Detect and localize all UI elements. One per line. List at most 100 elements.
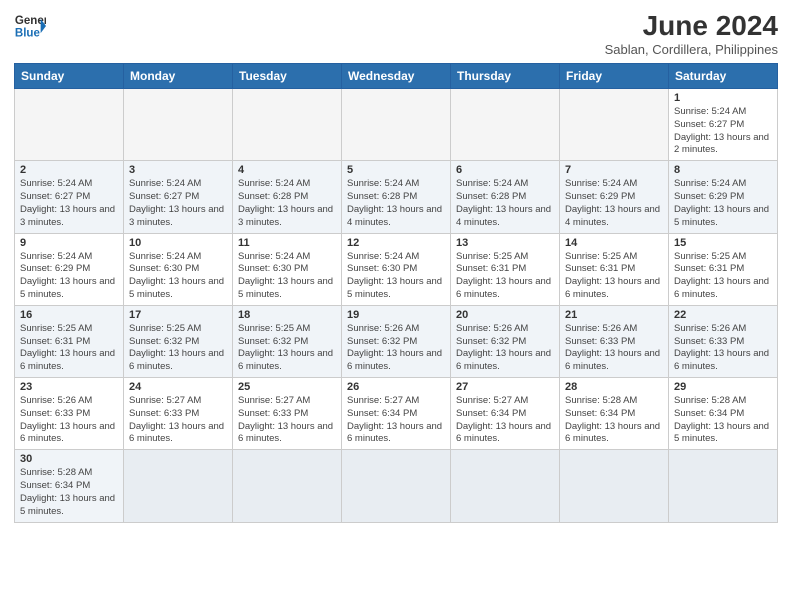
logo-icon: General Blue xyxy=(14,10,46,42)
calendar-cell-0-3 xyxy=(342,89,451,161)
day-number: 19 xyxy=(347,309,445,321)
title-block: June 2024 Sablan, Cordillera, Philippine… xyxy=(605,10,778,57)
day-number: 15 xyxy=(674,237,772,249)
day-number: 20 xyxy=(456,309,554,321)
day-info: Sunrise: 5:24 AM Sunset: 6:29 PM Dayligh… xyxy=(674,178,772,229)
day-number: 13 xyxy=(456,237,554,249)
day-info: Sunrise: 5:26 AM Sunset: 6:32 PM Dayligh… xyxy=(456,323,554,374)
day-number: 27 xyxy=(456,381,554,393)
day-info: Sunrise: 5:28 AM Sunset: 6:34 PM Dayligh… xyxy=(674,395,772,446)
header-saturday: Saturday xyxy=(669,64,778,89)
calendar-cell-5-6 xyxy=(669,450,778,522)
calendar-cell-2-0: 9Sunrise: 5:24 AM Sunset: 6:29 PM Daylig… xyxy=(15,233,124,305)
day-info: Sunrise: 5:27 AM Sunset: 6:33 PM Dayligh… xyxy=(238,395,336,446)
week-row-3: 16 Sunrise: 5:25 AM Sunset: 6:31 PM Dayli… xyxy=(15,305,778,377)
day-number: 29 xyxy=(674,381,772,393)
day-number: 3 xyxy=(129,164,227,176)
calendar-cell-5-5 xyxy=(560,450,669,522)
day-info: Sunrise: 5:28 AM Sunset: 6:34 PM Dayligh… xyxy=(565,395,663,446)
location: Sablan, Cordillera, Philippines xyxy=(605,42,778,57)
day-number: 11 xyxy=(238,237,336,249)
day-number: 9 xyxy=(20,237,118,249)
header-tuesday: Tuesday xyxy=(233,64,342,89)
calendar-cell-2-2: 11 Sunrise: 5:24 AM Sunset: 6:30 PM Dayli… xyxy=(233,233,342,305)
day-info: Sunrise: 5:24 AM Sunset: 6:30 PM Dayligh… xyxy=(347,251,445,302)
day-info: Sunrise: 5:24 AM Sunset: 6:28 PM Dayligh… xyxy=(238,178,336,229)
calendar-cell-3-5: 21Sunrise: 5:26 AM Sunset: 6:33 PM Dayli… xyxy=(560,305,669,377)
day-number: 30 xyxy=(20,453,118,465)
day-info: Sunrise: 5:26 AM Sunset: 6:33 PM Dayligh… xyxy=(674,323,772,374)
calendar-cell-0-2 xyxy=(233,89,342,161)
calendar-cell-2-6: 15 Sunrise: 5:25 AM Sunset: 6:31 PM Dayli… xyxy=(669,233,778,305)
day-info: Sunrise: 5:27 AM Sunset: 6:34 PM Dayligh… xyxy=(456,395,554,446)
day-number: 1 xyxy=(674,92,772,104)
day-info: Sunrise: 5:27 AM Sunset: 6:34 PM Dayligh… xyxy=(347,395,445,446)
calendar-cell-2-1: 10Sunrise: 5:24 AM Sunset: 6:30 PM Dayli… xyxy=(124,233,233,305)
calendar-cell-1-4: 6Sunrise: 5:24 AM Sunset: 6:28 PM Daylig… xyxy=(451,161,560,233)
calendar-cell-3-4: 20 Sunrise: 5:26 AM Sunset: 6:32 PM Dayli… xyxy=(451,305,560,377)
day-number: 2 xyxy=(20,164,118,176)
header-thursday: Thursday xyxy=(451,64,560,89)
day-number: 25 xyxy=(238,381,336,393)
svg-text:Blue: Blue xyxy=(15,28,41,40)
day-info: Sunrise: 5:25 AM Sunset: 6:31 PM Dayligh… xyxy=(674,251,772,302)
calendar-cell-5-4 xyxy=(451,450,560,522)
header-sunday: Sunday xyxy=(15,64,124,89)
calendar-cell-1-2: 4 Sunrise: 5:24 AM Sunset: 6:28 PM Daylig… xyxy=(233,161,342,233)
calendar-cell-3-1: 17Sunrise: 5:25 AM Sunset: 6:32 PM Dayli… xyxy=(124,305,233,377)
calendar-cell-4-3: 26 Sunrise: 5:27 AM Sunset: 6:34 PM Dayli… xyxy=(342,378,451,450)
day-info: Sunrise: 5:26 AM Sunset: 6:33 PM Dayligh… xyxy=(20,395,118,446)
day-number: 12 xyxy=(347,237,445,249)
calendar-cell-0-4 xyxy=(451,89,560,161)
day-number: 26 xyxy=(347,381,445,393)
calendar-cell-1-5: 7Sunrise: 5:24 AM Sunset: 6:29 PM Daylig… xyxy=(560,161,669,233)
day-info: Sunrise: 5:25 AM Sunset: 6:31 PM Dayligh… xyxy=(20,323,118,374)
day-info: Sunrise: 5:24 AM Sunset: 6:27 PM Dayligh… xyxy=(20,178,118,229)
calendar-cell-3-0: 16 Sunrise: 5:25 AM Sunset: 6:31 PM Dayli… xyxy=(15,305,124,377)
header-monday: Monday xyxy=(124,64,233,89)
day-info: Sunrise: 5:25 AM Sunset: 6:31 PM Dayligh… xyxy=(456,251,554,302)
day-info: Sunrise: 5:24 AM Sunset: 6:28 PM Dayligh… xyxy=(456,178,554,229)
calendar-cell-5-1 xyxy=(124,450,233,522)
header-wednesday: Wednesday xyxy=(342,64,451,89)
day-info: Sunrise: 5:24 AM Sunset: 6:27 PM Dayligh… xyxy=(129,178,227,229)
days-header-row: Sunday Monday Tuesday Wednesday Thursday… xyxy=(15,64,778,89)
calendar-cell-0-1 xyxy=(124,89,233,161)
week-row-0: 1Sunrise: 5:24 AM Sunset: 6:27 PM Daylig… xyxy=(15,89,778,161)
day-info: Sunrise: 5:28 AM Sunset: 6:34 PM Dayligh… xyxy=(20,467,118,518)
week-row-5: 30 Sunrise: 5:28 AM Sunset: 6:34 PM Dayli… xyxy=(15,450,778,522)
calendar-cell-3-6: 22 Sunrise: 5:26 AM Sunset: 6:33 PM Dayli… xyxy=(669,305,778,377)
week-row-2: 9Sunrise: 5:24 AM Sunset: 6:29 PM Daylig… xyxy=(15,233,778,305)
calendar-cell-1-0: 2 Sunrise: 5:24 AM Sunset: 6:27 PM Daylig… xyxy=(15,161,124,233)
day-number: 23 xyxy=(20,381,118,393)
calendar-cell-2-4: 13 Sunrise: 5:25 AM Sunset: 6:31 PM Dayli… xyxy=(451,233,560,305)
calendar-cell-1-3: 5Sunrise: 5:24 AM Sunset: 6:28 PM Daylig… xyxy=(342,161,451,233)
day-info: Sunrise: 5:24 AM Sunset: 6:30 PM Dayligh… xyxy=(238,251,336,302)
header: General Blue June 2024 Sablan, Cordiller… xyxy=(14,10,778,57)
day-number: 17 xyxy=(129,309,227,321)
calendar-cell-0-6: 1Sunrise: 5:24 AM Sunset: 6:27 PM Daylig… xyxy=(669,89,778,161)
calendar-cell-4-2: 25 Sunrise: 5:27 AM Sunset: 6:33 PM Dayli… xyxy=(233,378,342,450)
day-number: 22 xyxy=(674,309,772,321)
calendar-cell-4-0: 23 Sunrise: 5:26 AM Sunset: 6:33 PM Dayli… xyxy=(15,378,124,450)
day-number: 16 xyxy=(20,309,118,321)
calendar-cell-1-1: 3 Sunrise: 5:24 AM Sunset: 6:27 PM Daylig… xyxy=(124,161,233,233)
day-info: Sunrise: 5:24 AM Sunset: 6:30 PM Dayligh… xyxy=(129,251,227,302)
logo: General Blue xyxy=(14,10,46,42)
day-info: Sunrise: 5:27 AM Sunset: 6:33 PM Dayligh… xyxy=(129,395,227,446)
day-number: 14 xyxy=(565,237,663,249)
calendar-cell-4-4: 27 Sunrise: 5:27 AM Sunset: 6:34 PM Dayli… xyxy=(451,378,560,450)
calendar-cell-2-5: 14Sunrise: 5:25 AM Sunset: 6:31 PM Dayli… xyxy=(560,233,669,305)
calendar-cell-2-3: 12 Sunrise: 5:24 AM Sunset: 6:30 PM Dayli… xyxy=(342,233,451,305)
day-number: 5 xyxy=(347,164,445,176)
calendar-cell-4-1: 24Sunrise: 5:27 AM Sunset: 6:33 PM Dayli… xyxy=(124,378,233,450)
day-info: Sunrise: 5:24 AM Sunset: 6:29 PM Dayligh… xyxy=(565,178,663,229)
day-number: 18 xyxy=(238,309,336,321)
day-info: Sunrise: 5:26 AM Sunset: 6:33 PM Dayligh… xyxy=(565,323,663,374)
calendar-cell-5-0: 30 Sunrise: 5:28 AM Sunset: 6:34 PM Dayli… xyxy=(15,450,124,522)
calendar-cell-3-2: 18Sunrise: 5:25 AM Sunset: 6:32 PM Dayli… xyxy=(233,305,342,377)
calendar-cell-0-5 xyxy=(560,89,669,161)
calendar-table: Sunday Monday Tuesday Wednesday Thursday… xyxy=(14,63,778,523)
day-number: 4 xyxy=(238,164,336,176)
calendar-cell-5-2 xyxy=(233,450,342,522)
